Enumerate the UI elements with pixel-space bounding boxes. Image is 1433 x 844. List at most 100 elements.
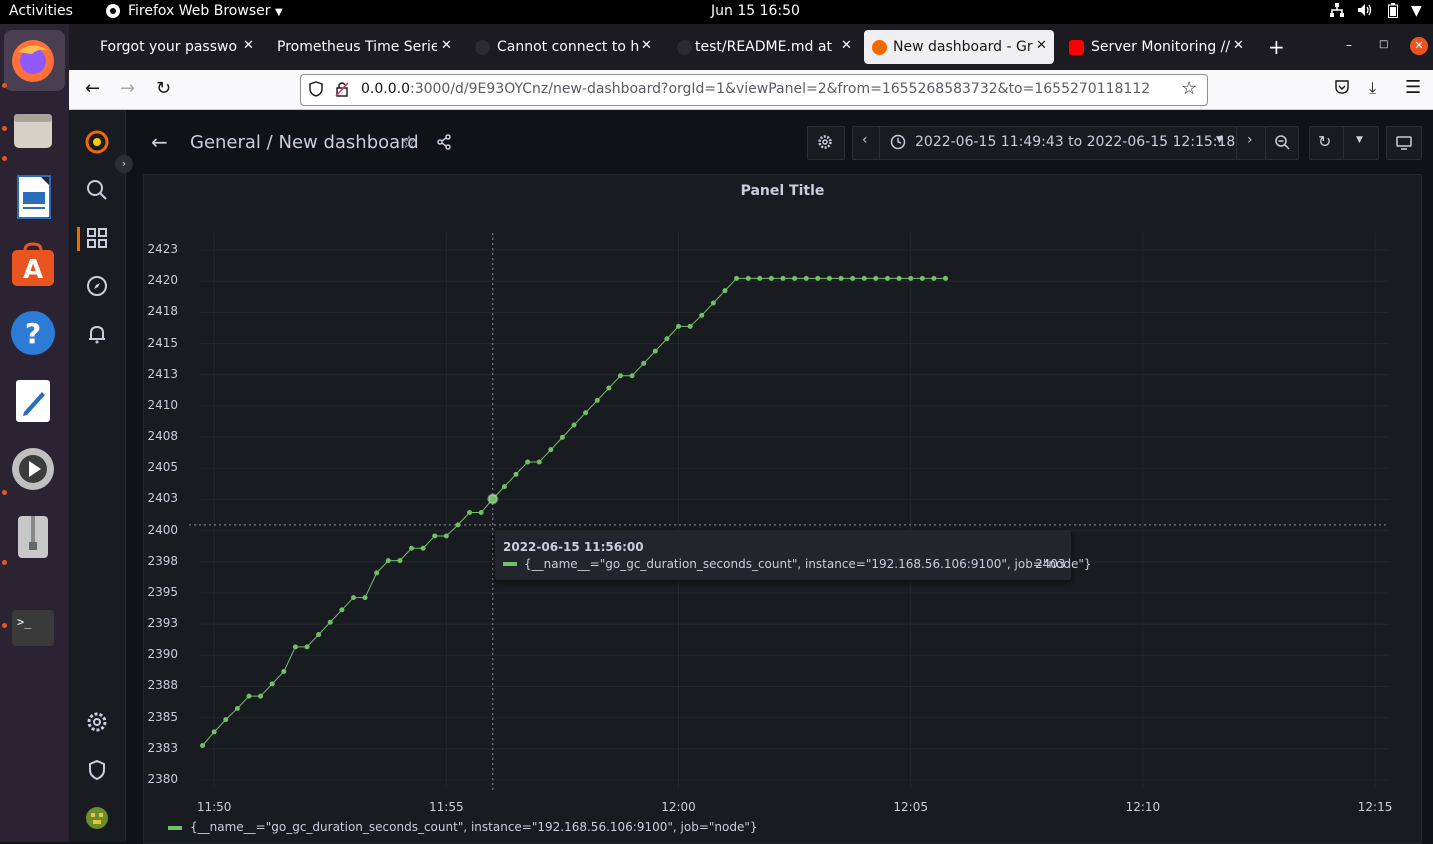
data-point[interactable] [606,385,612,391]
data-point[interactable] [478,510,484,516]
favorite-star-icon[interactable]: ☆ [401,132,417,153]
data-point[interactable] [234,706,240,712]
data-point[interactable] [815,275,821,281]
configuration-gear-icon[interactable] [85,710,109,734]
data-point[interactable] [385,558,391,564]
data-point[interactable] [513,471,519,477]
network-icon[interactable] [1330,3,1344,21]
data-point[interactable] [559,434,565,440]
volume-icon[interactable] [1357,3,1373,21]
data-point[interactable] [583,410,589,416]
refresh-interval-dropdown[interactable]: ▼ [1343,126,1379,160]
settings-gear-icon[interactable] [10,446,56,492]
close-icon[interactable]: ✕ [841,38,852,53]
terminal-icon[interactable]: >_ [10,606,56,652]
forward-arrow-icon[interactable]: → [120,78,135,100]
new-tab-button[interactable]: + [1268,35,1285,59]
bookmark-star-icon[interactable]: ☆ [1181,78,1197,99]
data-point[interactable] [258,693,264,699]
data-point[interactable] [200,742,206,748]
time-shift-back-button[interactable]: ‹ [852,126,882,160]
data-point[interactable] [768,275,774,281]
data-point[interactable] [455,522,461,528]
data-point[interactable] [409,545,415,551]
clock[interactable]: Jun 15 16:50 [711,3,800,19]
refresh-button[interactable]: ↻ [1309,126,1345,160]
back-to-dashboard-arrow-icon[interactable]: ← [151,130,168,154]
data-point[interactable] [594,397,600,403]
tab-forgot-password[interactable]: Forgot your passwor ✕ [69,30,259,64]
data-point[interactable] [362,595,368,601]
system-menu-chevron-icon[interactable]: ▼ [1411,3,1422,19]
dashboards-grid-icon[interactable] [85,226,109,250]
tab-prometheus[interactable]: Prometheus Time Series ✕ [265,30,459,64]
close-icon[interactable]: ✕ [1036,38,1047,53]
data-point[interactable] [931,275,937,281]
data-point[interactable] [281,669,287,675]
server-admin-shield-icon[interactable] [85,758,109,782]
alerting-bell-icon[interactable] [85,322,109,346]
zoom-out-button[interactable] [1265,126,1299,160]
firefox-icon[interactable] [10,38,56,84]
user-avatar[interactable] [85,806,109,830]
close-icon[interactable]: ✕ [1233,38,1244,53]
data-point[interactable] [687,323,693,329]
tab-grafana-dashboard[interactable]: New dashboard - Gra ✕ [864,30,1054,64]
data-point[interactable] [269,681,275,687]
data-point[interactable] [420,545,426,551]
data-point[interactable] [304,644,310,650]
text-editor-icon[interactable] [10,378,56,424]
cycle-view-mode-button[interactable] [1386,126,1422,160]
data-point[interactable] [664,336,670,342]
data-point[interactable] [884,275,890,281]
data-point[interactable] [374,570,380,576]
data-point[interactable] [467,510,473,516]
data-point[interactable] [699,312,705,318]
data-point[interactable] [316,632,322,638]
data-point[interactable] [919,275,925,281]
data-point[interactable] [710,300,716,306]
data-point[interactable] [652,348,658,354]
data-point[interactable] [838,275,844,281]
data-point[interactable] [350,595,356,601]
pocket-icon[interactable] [1334,79,1350,99]
breadcrumb-folder[interactable]: General [190,132,261,153]
app-menu[interactable]: Firefox Web Browser ▼ [128,3,283,19]
data-point[interactable] [536,459,542,465]
hovered-data-point[interactable] [487,493,499,505]
data-point[interactable] [223,717,229,723]
data-point[interactable] [792,275,798,281]
data-point[interactable] [943,275,949,281]
help-icon[interactable]: ? [10,310,56,356]
data-point[interactable] [722,288,728,294]
data-point[interactable] [734,275,740,281]
data-point[interactable] [501,484,507,490]
back-arrow-icon[interactable]: ← [85,78,100,100]
hamburger-menu-icon[interactable]: ☰ [1405,77,1421,98]
shield-icon[interactable] [309,81,323,101]
share-icon[interactable] [436,134,452,154]
close-icon[interactable]: ✕ [243,38,254,53]
minimize-button[interactable]: – [1346,38,1352,52]
data-point[interactable] [397,558,403,564]
data-point[interactable] [873,275,879,281]
data-point[interactable] [246,693,252,699]
tab-readme[interactable]: test/README.md at ✕ [669,30,859,64]
tab-cannot-connect[interactable]: Cannot connect to ho ✕ [467,30,661,64]
close-icon[interactable]: ✕ [441,38,452,53]
data-point[interactable] [525,459,531,465]
search-icon[interactable] [85,178,109,202]
insecure-lock-icon[interactable] [335,81,349,101]
data-point[interactable] [327,619,333,625]
data-point[interactable] [617,373,623,379]
data-point[interactable] [861,275,867,281]
tab-server-monitoring[interactable]: Server Monitoring // ✕ [1061,30,1251,64]
data-point[interactable] [339,607,345,613]
data-point[interactable] [443,533,449,539]
downloads-icon[interactable]: ⤓ [1369,78,1376,98]
data-point[interactable] [629,373,635,379]
data-point[interactable] [896,275,902,281]
time-picker-button[interactable]: 2022-06-15 11:49:43 to 2022-06-15 12:15:… [879,126,1237,160]
close-icon[interactable]: ✕ [641,38,652,53]
data-point[interactable] [548,447,554,453]
